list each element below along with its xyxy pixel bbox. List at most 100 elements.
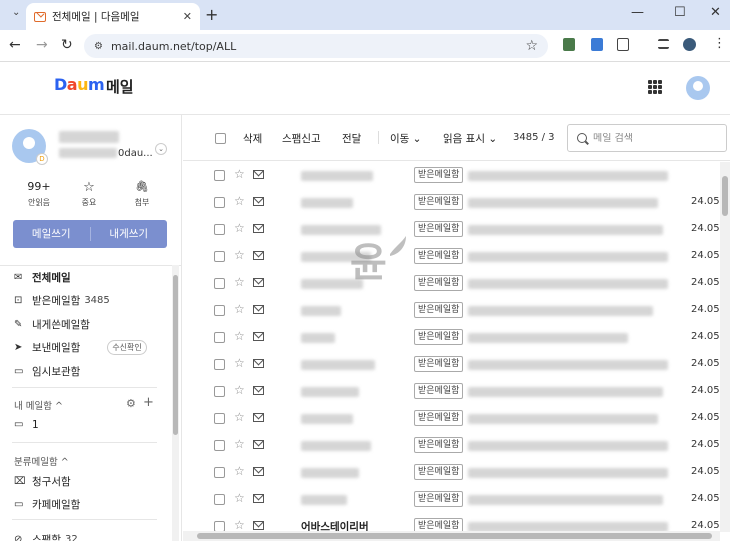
search-input[interactable] [593,132,713,144]
star-icon[interactable]: ☆ [234,491,245,505]
folder-all-mail[interactable]: ✉ 전체메일 [14,270,71,285]
folder-drafts[interactable]: ▭ 임시보관함 [14,364,80,379]
media-control-icon[interactable] [658,39,669,49]
envelope-icon[interactable] [253,467,264,476]
address-bar[interactable]: ⚙ mail.daum.net/top/ALL ☆ [84,34,548,58]
url-text[interactable]: mail.daum.net/top/ALL [111,40,517,53]
browser-tab[interactable]: 전체메일 | 다음메일 ✕ [26,3,200,30]
mail-list-scrollbar[interactable] [720,162,730,532]
envelope-icon[interactable] [253,278,264,287]
horizontal-scrollbar[interactable] [183,531,720,541]
envelope-icon[interactable] [253,359,264,368]
daum-logo[interactable]: Daum [54,75,105,94]
subject-blurred[interactable] [468,252,668,262]
star-icon[interactable]: ☆ [234,383,245,397]
my-folder-1[interactable]: ▭ 1 [14,419,39,431]
envelope-icon[interactable] [253,197,264,206]
subject-blurred[interactable] [468,441,668,451]
row-checkbox[interactable] [214,386,225,397]
mail-row[interactable]: ☆어바스테이리버받은메일함24.05.1 [183,513,720,532]
mail-row[interactable]: ☆ 받은메일함 24.05.1 [183,405,720,432]
mail-search[interactable] [567,124,727,152]
extension-icon-1[interactable] [563,38,575,51]
self-compose-button[interactable]: 내게쓰기 [91,220,168,248]
important-stat[interactable]: ☆ 중요 [69,180,109,208]
compose-button[interactable]: 메일쓰기 [13,220,90,248]
envelope-icon[interactable] [253,305,264,314]
tab-search-icon[interactable]: ⌄ [12,7,24,21]
minimize-button[interactable]: — [631,5,644,20]
profile-chevron-icon[interactable]: ⌄ [155,143,167,155]
browser-menu-icon[interactable]: ⋮ [713,36,726,51]
subject-blurred[interactable] [468,414,658,424]
star-icon[interactable]: ☆ [234,329,245,343]
star-icon[interactable]: ☆ [234,302,245,316]
row-checkbox[interactable] [214,332,225,343]
envelope-icon[interactable] [253,224,264,233]
mail-row[interactable]: ☆ 받은메일함 24.05.1 [183,297,720,324]
mail-row[interactable]: ☆ 받은메일함 24.05.1 [183,432,720,459]
forward-button[interactable]: 전달 [342,131,361,146]
subject-blurred[interactable] [468,198,658,208]
star-icon[interactable]: ☆ [234,518,245,532]
star-icon[interactable]: ☆ [234,410,245,424]
bookmark-star-icon[interactable]: ☆ [525,38,548,54]
mail-row[interactable]: ☆ 받은메일함 24.05.1 [183,243,720,270]
row-checkbox[interactable] [214,170,225,181]
subject-blurred[interactable] [468,306,653,316]
mark-read-dropdown[interactable]: 읽음 표시 ⌄ [443,131,497,146]
mail-row[interactable]: ☆ 받은메일함 24.05.1 [183,486,720,513]
move-dropdown[interactable]: 이동 ⌄ [390,131,421,146]
new-tab-button[interactable]: + [205,5,218,24]
folder-cafe[interactable]: ▭ 카페메일함 [14,497,80,512]
mail-row[interactable]: ☆ 받은메일함 24.05.1 [183,189,720,216]
subject-blurred[interactable] [468,468,668,478]
profile-icon[interactable] [683,38,696,51]
row-checkbox[interactable] [214,197,225,208]
mail-row[interactable]: ☆ 받은메일함 24.05.1 [183,459,720,486]
mail-row[interactable]: ☆ 받은메일함 24.05.1 [183,216,720,243]
subject-blurred[interactable] [468,360,668,370]
row-checkbox[interactable] [214,278,225,289]
sidebar-scrollbar[interactable] [172,265,179,541]
folder-bills[interactable]: ⌧ 청구서함 [14,474,71,489]
header-avatar[interactable] [686,76,710,100]
folder-settings-icon[interactable]: ⚙ [126,397,136,410]
envelope-icon[interactable] [253,521,264,530]
folder-inbox[interactable]: ⊡ 받은메일함 3485 [14,293,110,308]
extension-icon-2[interactable] [591,38,603,51]
select-all-checkbox[interactable] [215,133,226,144]
reload-icon[interactable]: ↻ [61,37,73,53]
mail-row[interactable]: ☆ 받은메일함 24.05.1 [183,324,720,351]
unread-stat[interactable]: 99+ 안읽음 [19,180,59,208]
folder-self-mail[interactable]: ✎ 내게쓴메일함 [14,317,90,332]
read-receipt-button[interactable]: 수신확인 [107,340,147,355]
close-window-button[interactable]: ✕ [710,5,721,20]
envelope-icon[interactable] [253,332,264,341]
delete-button[interactable]: 삭제 [243,131,262,146]
row-checkbox[interactable] [214,413,225,424]
envelope-icon[interactable] [253,440,264,449]
apps-grid-icon[interactable] [648,80,662,94]
envelope-icon[interactable] [253,251,264,260]
envelope-icon[interactable] [253,386,264,395]
subject-blurred[interactable] [468,225,663,235]
category-folders-header[interactable]: 분류메일함 ^ [14,454,69,468]
subject-blurred[interactable] [468,495,663,505]
subject-blurred[interactable] [468,333,628,343]
row-checkbox[interactable] [214,440,225,451]
service-title[interactable]: 메일 [106,76,134,97]
row-checkbox[interactable] [214,467,225,478]
forward-arrow-icon[interactable]: → [36,37,48,53]
row-checkbox[interactable] [214,224,225,235]
star-icon[interactable]: ☆ [234,248,245,262]
subject-blurred[interactable] [468,279,668,289]
row-checkbox[interactable] [214,305,225,316]
mail-row[interactable]: ☆ 받은메일함 24.05.1 [183,270,720,297]
star-icon[interactable]: ☆ [234,167,245,181]
attachment-stat[interactable]: 🖇 첨부 [122,180,162,208]
envelope-icon[interactable] [253,494,264,503]
spam-report-button[interactable]: 스팸신고 [282,131,321,146]
star-icon[interactable]: ☆ [234,437,245,451]
my-folders-header[interactable]: 내 메일함 ^ [14,398,63,412]
